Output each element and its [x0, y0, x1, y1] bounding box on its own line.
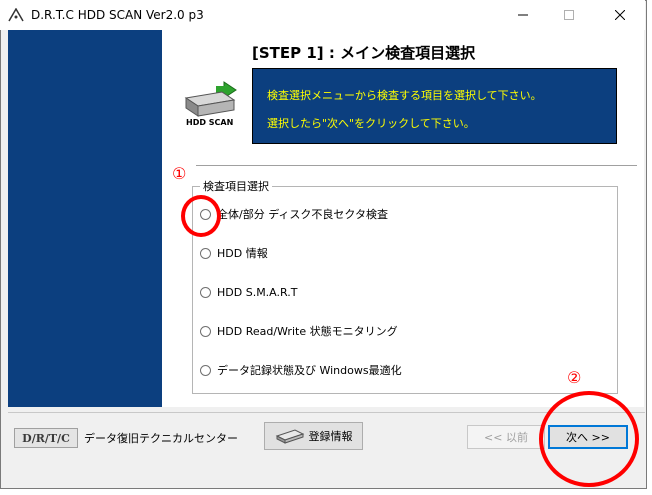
annotation-circle-1	[181, 195, 221, 237]
annotation-circle-2	[539, 391, 639, 487]
hdd-scan-logo-text: HDD SCAN	[186, 118, 234, 127]
annotation-number-1: ①	[172, 164, 187, 183]
previous-button[interactable]: << 以前	[467, 425, 545, 449]
close-icon	[615, 10, 625, 20]
option-label: データ記録状態及び Windows最適化	[217, 364, 402, 377]
info-line-1: 検査選択メニューから検査する項目を選択して下さい。	[267, 89, 542, 102]
disk-icon	[275, 429, 304, 444]
close-button[interactable]	[597, 0, 643, 30]
option-full-partial-scan[interactable]: 全体/部分 ディスク不良セクタ検査	[200, 206, 388, 222]
option-label: HDD S.M.A.R.T	[217, 285, 298, 299]
option-read-write-monitor[interactable]: HDD Read/Write 状態モニタリング	[200, 323, 398, 339]
radio-button[interactable]	[200, 364, 211, 376]
company-name: データ復旧テクニカルセンター	[84, 432, 238, 445]
radio-button[interactable]	[200, 286, 211, 298]
radio-button[interactable]	[200, 247, 211, 259]
option-label: 全体/部分 ディスク不良セクタ検査	[217, 208, 388, 221]
option-hdd-smart[interactable]: HDD S.M.A.R.T	[200, 284, 297, 300]
annotation-number-2: ②	[567, 368, 582, 387]
drtc-logo: D/R/T/C	[14, 428, 78, 448]
previous-label: << 以前	[484, 431, 528, 444]
option-label: HDD Read/Write 状態モニタリング	[217, 325, 398, 338]
radio-button[interactable]	[200, 325, 211, 337]
registration-info-label: 登録情報	[308, 430, 353, 443]
title-bar[interactable]: D.R.T.C HDD SCAN Ver2.0 p3	[0, 0, 645, 30]
window-title: D.R.T.C HDD SCAN Ver2.0 p3	[31, 8, 204, 22]
minimize-icon	[518, 14, 528, 16]
maximize-icon	[564, 10, 574, 20]
separator	[196, 165, 637, 166]
page-title: [STEP 1] : メイン検査項目選択	[252, 44, 476, 62]
maximize-button[interactable]	[546, 0, 592, 30]
minimize-button[interactable]	[500, 0, 546, 30]
sidebar-panel	[8, 30, 162, 407]
app-icon	[8, 8, 24, 22]
option-data-windows-optimize[interactable]: データ記録状態及び Windows最適化	[200, 362, 402, 378]
groupbox-legend: 検査項目選択	[200, 178, 272, 194]
registration-info-button[interactable]: 登録情報	[264, 422, 363, 450]
info-line-2: 選択したら"次へ"をクリックして下さい。	[267, 117, 475, 130]
option-label: HDD 情報	[217, 247, 268, 260]
info-box: 検査選択メニューから検査する項目を選択して下さい。 選択したら"次へ"をクリック…	[252, 68, 617, 144]
option-hdd-info[interactable]: HDD 情報	[200, 245, 268, 261]
